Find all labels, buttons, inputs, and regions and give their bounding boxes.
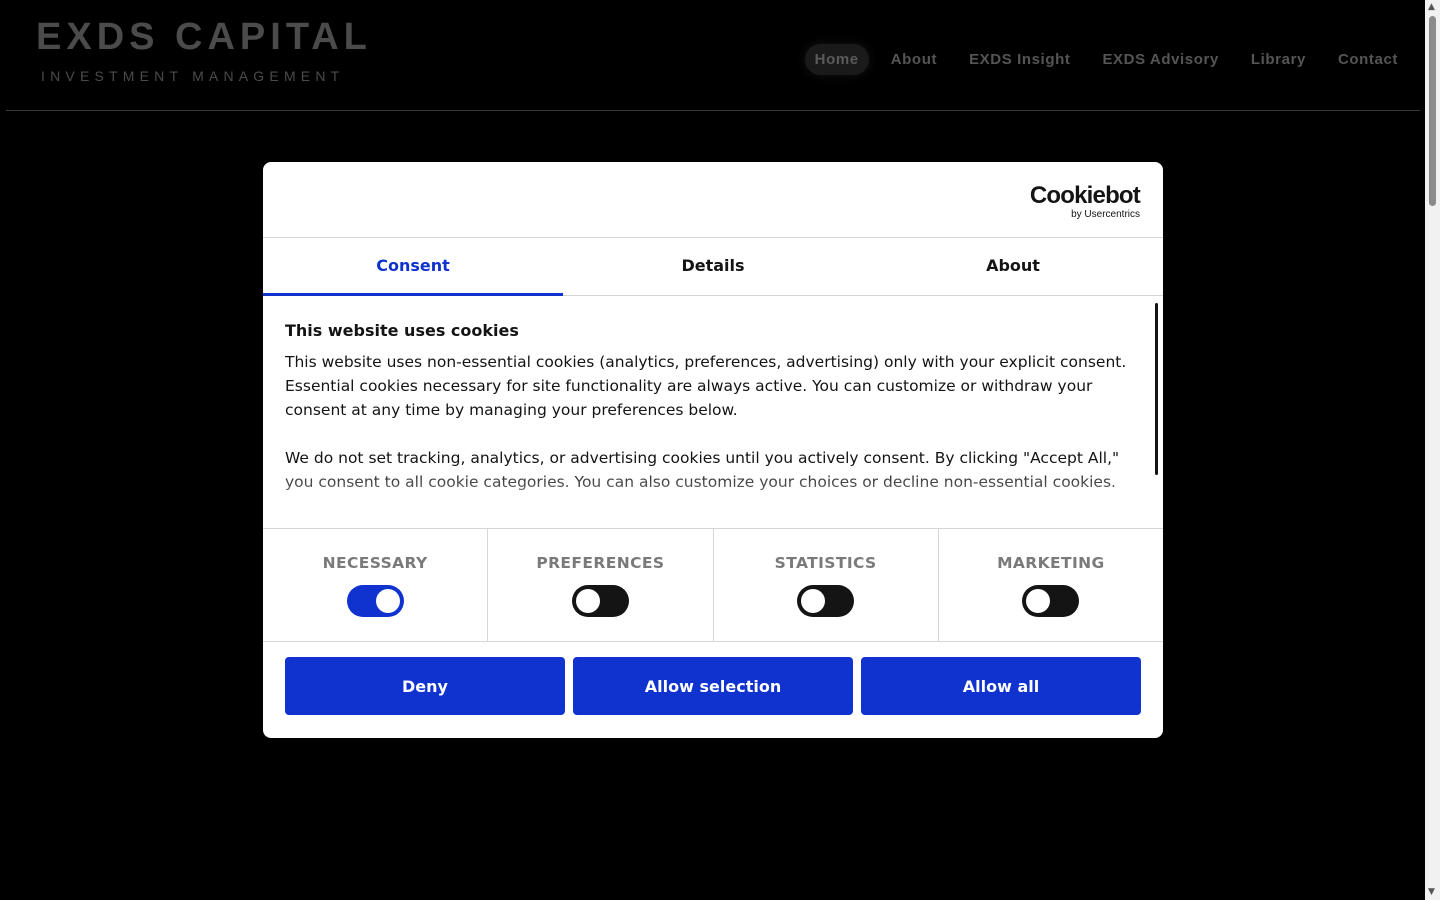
consent-text-panel[interactable]: This website uses cookies This website u… [263,296,1163,528]
preferences-toggle[interactable] [571,585,629,617]
cookiebot-logo[interactable]: Cookiebot by Usercentrics [1029,182,1141,221]
page-scrollbar[interactable]: ▲ ▼ [1425,0,1440,900]
category-necessary: NECESSARY [263,529,489,641]
nav-item-about[interactable]: About [881,44,947,75]
dialog-tabs: Consent Details About [263,238,1163,296]
consent-buttons: Deny Allow selection Allow all [263,642,1163,715]
nav-item-library[interactable]: Library [1241,44,1316,75]
cookie-consent-dialog: Cookiebot by Usercentrics Consent Detail… [263,162,1163,738]
marketing-toggle[interactable] [1022,585,1080,617]
tab-consent[interactable]: Consent [263,238,563,296]
cookiebot-logo-subtext: by Usercentrics [1071,209,1140,220]
tab-details[interactable]: Details [563,238,863,295]
header-divider [6,110,1420,111]
toggle-knob [1026,589,1051,613]
category-marketing: MARKETING [939,529,1163,641]
nav-item-exds-insight[interactable]: EXDS Insight [959,44,1080,75]
toggle-knob [801,589,826,613]
consent-paragraph-1: This website uses non-essential cookies … [285,353,1127,419]
brand-title: EXDS CAPITAL [36,16,372,58]
scroll-down-arrow-icon[interactable]: ▼ [1428,888,1435,897]
nav-item-contact[interactable]: Contact [1328,44,1408,75]
tab-about[interactable]: About [863,238,1163,295]
category-label: MARKETING [997,554,1105,572]
cookie-categories: NECESSARY PREFERENCES STATISTICS MARKETI… [263,528,1163,642]
consent-text-scrollbar[interactable] [1155,303,1158,475]
category-label: NECESSARY [322,554,428,572]
statistics-toggle[interactable] [797,585,855,617]
allow-selection-button[interactable]: Allow selection [573,657,853,715]
necessary-toggle[interactable] [346,585,404,617]
category-label: STATISTICS [774,554,877,572]
brand-subtitle: INVESTMENT MANAGEMENT [41,68,345,84]
toggle-knob [375,589,400,613]
nav-item-home[interactable]: Home [804,44,869,75]
main-nav: Home About EXDS Insight EXDS Advisory Li… [793,44,1408,75]
deny-button[interactable]: Deny [285,657,565,715]
scroll-up-arrow-icon[interactable]: ▲ [1428,3,1435,12]
brand-logo[interactable]: EXDS CAPITAL INVESTMENT MANAGEMENT [36,18,372,84]
allow-all-button[interactable]: Allow all [861,657,1141,715]
cookiebot-logo-text: Cookiebot [1029,182,1141,209]
dialog-header: Cookiebot by Usercentrics [263,162,1163,238]
consent-heading: This website uses cookies [285,321,519,340]
category-preferences: PREFERENCES [488,529,714,641]
category-label: PREFERENCES [536,554,665,572]
scrollbar-thumb[interactable] [1429,16,1436,206]
toggle-knob [575,589,600,613]
category-statistics: STATISTICS [714,529,939,641]
nav-item-exds-advisory[interactable]: EXDS Advisory [1092,44,1228,75]
text-fade-overlay [263,468,1163,528]
